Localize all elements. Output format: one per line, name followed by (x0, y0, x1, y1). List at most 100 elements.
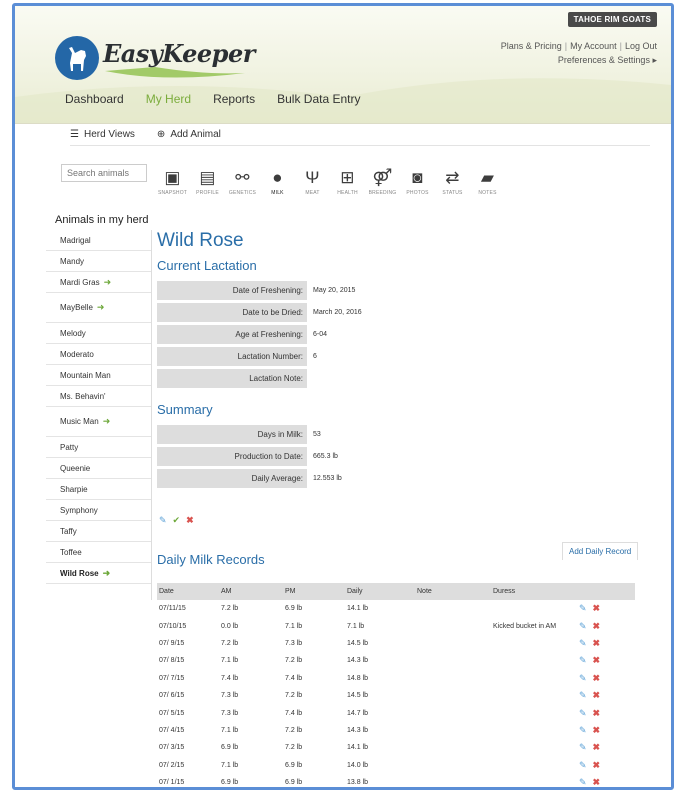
summary-heading: Summary (157, 402, 213, 417)
animal-item-mountain-man[interactable]: Mountain Man (46, 365, 151, 386)
field-row: Days in Milk: 53 (157, 425, 647, 444)
health-tab[interactable]: ⊞ HEALTH (330, 166, 365, 196)
delete-x-icon[interactable]: ✖ (593, 603, 601, 613)
table-row: 07/ 9/15 7.2 lb 7.3 lb 14.5 lb ✎ ✖ (157, 635, 635, 652)
search-input[interactable] (61, 164, 147, 182)
cell-am: 6.9 lb (221, 744, 239, 752)
delete-x-icon[interactable]: ✖ (593, 760, 601, 770)
edit-pencil-icon[interactable]: ✎ (579, 742, 587, 752)
animal-item-maybelle[interactable]: MayBelle ➜ (46, 293, 151, 323)
edit-pencil-icon[interactable]: ✎ (579, 708, 587, 718)
in-milk-icon: ➜ (103, 276, 112, 287)
herd-views-button[interactable]: ☰ Herd Views (70, 129, 135, 140)
field-row: Daily Average: 12.553 lb (157, 469, 647, 488)
meat-tab[interactable]: Ψ MEAT (295, 166, 330, 196)
col-daily[interactable]: Daily (345, 583, 415, 600)
animal-item-melody[interactable]: Melody (46, 323, 151, 344)
meat-icon: Ψ (305, 168, 320, 187)
animal-item-sharpie[interactable]: Sharpie (46, 479, 151, 500)
cell-note (415, 704, 491, 721)
genetics-tab[interactable]: ⚯ GENETICS (225, 166, 260, 196)
breeding-tab[interactable]: ⚤ BREEDING (365, 166, 400, 196)
edit-pencil-icon[interactable]: ✎ (579, 638, 587, 648)
cell-am: 7.4 lb (221, 674, 239, 682)
nav-bulk-data-entry[interactable]: Bulk Data Entry (277, 92, 360, 106)
col-pm[interactable]: PM (283, 583, 345, 600)
status-tab[interactable]: ⇄ STATUS (435, 166, 470, 196)
edit-pencil-icon[interactable]: ✎ (579, 655, 587, 665)
delete-x-icon[interactable]: ✖ (593, 742, 601, 752)
col-duress[interactable]: Duress (491, 583, 577, 600)
nav-reports[interactable]: Reports (213, 92, 255, 106)
preferences-link[interactable]: Preferences & Settings (558, 55, 650, 65)
cell-am: 7.3 lb (221, 692, 239, 700)
animal-item-moderato[interactable]: Moderato (46, 344, 151, 365)
animal-item-patty[interactable]: Patty (46, 437, 151, 458)
photos-tab[interactable]: ◙ PHOTOS (400, 166, 435, 196)
edit-pencil-icon[interactable]: ✎ (579, 725, 587, 735)
goat-logo-icon[interactable] (55, 36, 99, 80)
cell-note (415, 687, 491, 704)
delete-x-icon[interactable]: ✖ (593, 638, 601, 648)
edit-pencil-icon[interactable]: ✎ (579, 777, 587, 787)
animal-item-music-man[interactable]: Music Man ➜ (46, 407, 151, 437)
delete-x-icon[interactable]: ✖ (186, 515, 194, 526)
delete-x-icon[interactable]: ✖ (593, 708, 601, 718)
snapshot-tab[interactable]: ▣ SNAPSHOT (155, 166, 190, 196)
animal-item-mardi-gras[interactable]: Mardi Gras ➜ (46, 272, 151, 293)
edit-pencil-icon[interactable]: ✎ (579, 690, 587, 700)
cell-pm: 7.4 lb (285, 709, 303, 717)
brand-name[interactable]: EasyKeeper (103, 39, 255, 68)
cell-pm: 6.9 lb (285, 761, 303, 769)
field-row: Date of Freshening: May 20, 2015 (157, 281, 647, 300)
row-actions: ✎ ✖ (577, 739, 635, 756)
profile-tab[interactable]: ▤ PROFILE (190, 166, 225, 196)
record-type-bar: ▣ SNAPSHOT ▤ PROFILE ⚯ GENETICS ● MILK Ψ MEAT… (155, 166, 505, 196)
account-badge[interactable]: TAHOE RIM GOATS (567, 12, 657, 27)
notes-tab[interactable]: ▰ NOTES (470, 166, 505, 196)
cell-date: 07/ 7/15 (159, 674, 185, 682)
animal-item-madrigal[interactable]: Madrigal (46, 230, 151, 251)
animal-name: Wild Rose (157, 230, 244, 251)
col-note[interactable]: Note (415, 583, 491, 600)
delete-x-icon[interactable]: ✖ (593, 690, 601, 700)
milk-tab[interactable]: ● MILK (260, 166, 295, 196)
edit-pencil-icon[interactable]: ✎ (579, 603, 587, 613)
edit-pencil-icon[interactable]: ✎ (579, 673, 587, 683)
delete-x-icon[interactable]: ✖ (593, 621, 601, 631)
add-daily-record-button[interactable]: Add Daily Record (562, 542, 639, 560)
edit-pencil-icon[interactable]: ✎ (159, 515, 167, 526)
delete-x-icon[interactable]: ✖ (593, 673, 601, 683)
status-icon: ⇄ (445, 168, 460, 187)
cell-daily: 14.5 lb (347, 692, 369, 700)
nav-my-herd[interactable]: My Herd (146, 92, 191, 106)
edit-pencil-icon[interactable]: ✎ (579, 621, 587, 631)
delete-x-icon[interactable]: ✖ (593, 655, 601, 665)
caret-right-icon: ▸ (652, 55, 657, 65)
col-date[interactable]: Date (157, 583, 219, 600)
add-animal-button[interactable]: ⊕ Add Animal (157, 129, 221, 140)
col-am[interactable]: AM (219, 583, 283, 600)
table-row: 07/ 1/15 6.9 lb 6.9 lb 13.8 lb ✎ ✖ (157, 774, 635, 787)
animal-item-toffee[interactable]: Toffee (46, 542, 151, 563)
animal-item-ms-behavin[interactable]: Ms. Behavin' (46, 386, 151, 407)
nav-dashboard[interactable]: Dashboard (65, 92, 124, 106)
check-icon[interactable]: ✔ (173, 515, 181, 526)
cell-daily: 14.3 lb (347, 657, 369, 665)
animal-item-wild-rose[interactable]: Wild Rose ➜ (46, 563, 151, 584)
site-header: TAHOE RIM GOATS Plans & Pricing | My Accou… (15, 6, 671, 124)
logout-link[interactable]: Log Out (625, 41, 657, 51)
my-account-link[interactable]: My Account (570, 41, 617, 51)
animal-item-symphony[interactable]: Symphony (46, 500, 151, 521)
cell-duress (491, 670, 577, 687)
cell-am: 7.1 lb (221, 761, 239, 769)
row-actions: ✎ ✖ (577, 670, 635, 687)
delete-x-icon[interactable]: ✖ (593, 725, 601, 735)
row-actions: ✎ ✖ (577, 704, 635, 721)
delete-x-icon[interactable]: ✖ (593, 777, 601, 787)
animal-item-queenie[interactable]: Queenie (46, 458, 151, 479)
animal-item-mandy[interactable]: Mandy (46, 251, 151, 272)
animal-item-taffy[interactable]: Taffy (46, 521, 151, 542)
plans-link[interactable]: Plans & Pricing (501, 41, 562, 51)
edit-pencil-icon[interactable]: ✎ (579, 760, 587, 770)
